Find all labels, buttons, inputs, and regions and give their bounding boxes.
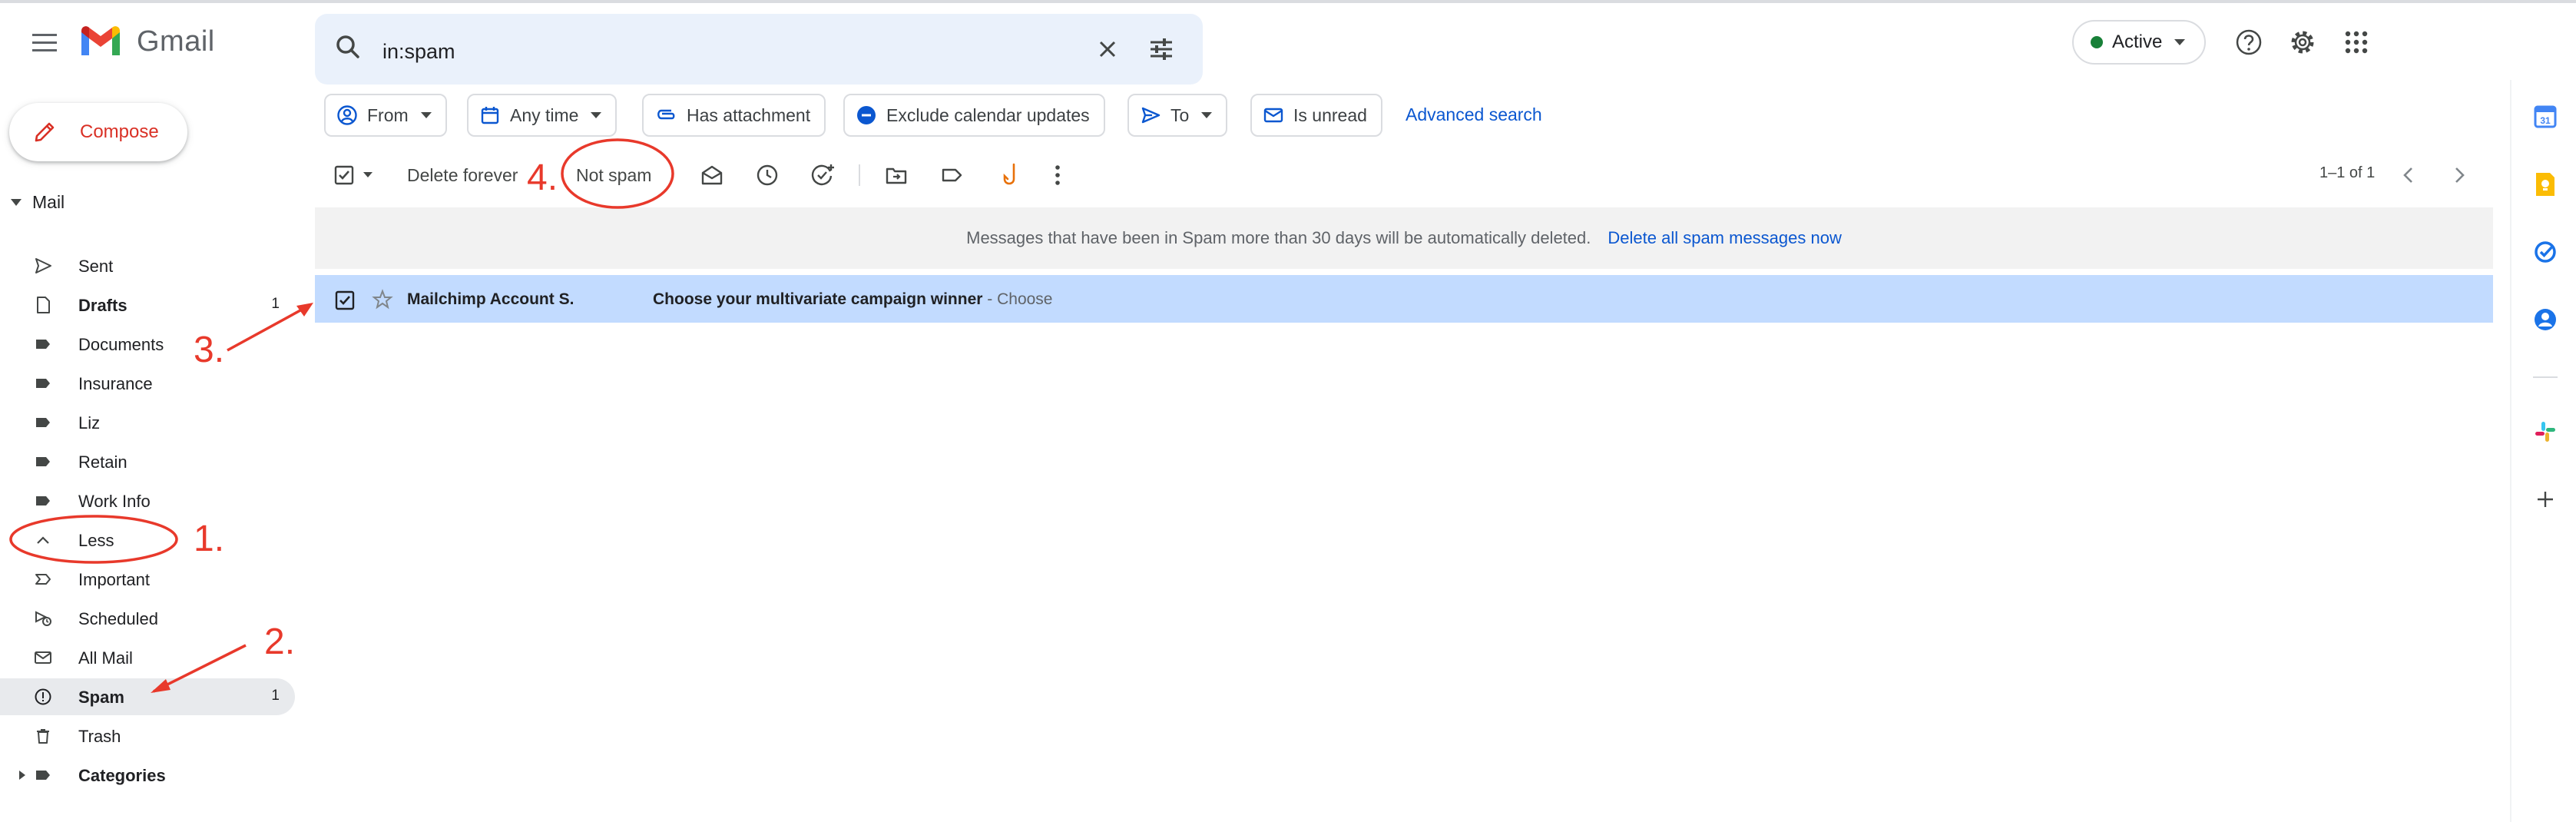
annotation-overlay bbox=[9, 138, 674, 693]
annotation-circle-less bbox=[9, 515, 178, 564]
annotation-step-2: 2. bbox=[264, 621, 296, 662]
annotation-step-1: 1. bbox=[194, 519, 225, 559]
annotation-step-4: 4. bbox=[527, 157, 558, 198]
annotation-step-3: 3. bbox=[194, 330, 225, 370]
annotation-arrowhead-spam bbox=[151, 679, 171, 693]
annotation-arrow-checkbox bbox=[227, 304, 310, 352]
annotation-circle-not-spam bbox=[561, 138, 674, 209]
